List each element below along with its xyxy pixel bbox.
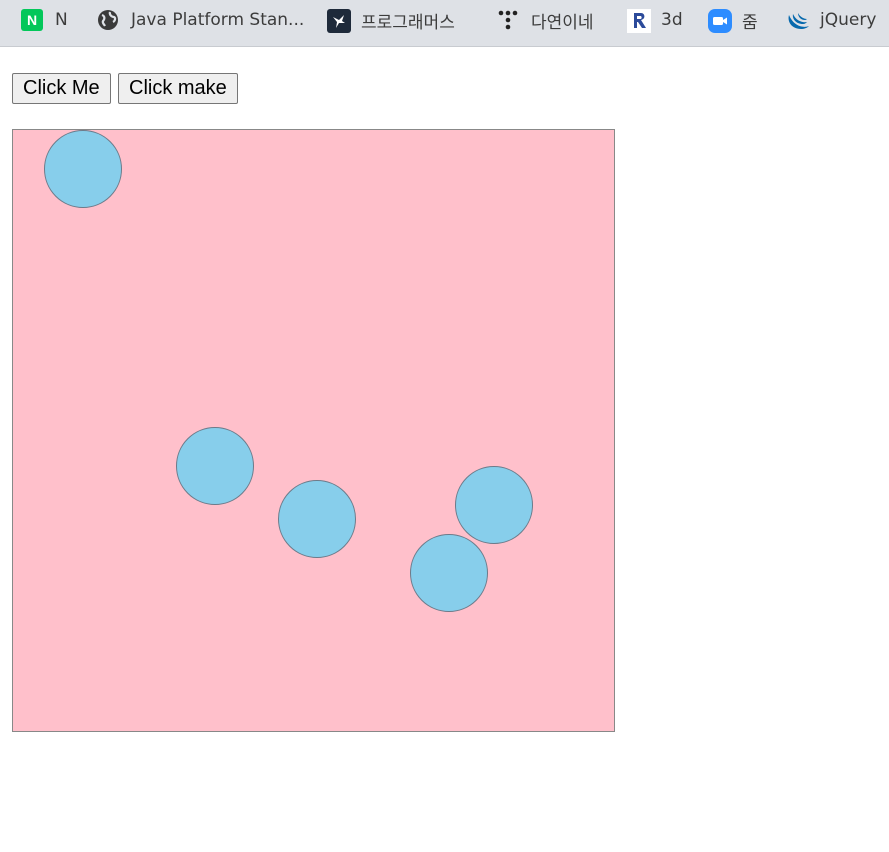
click-make-button[interactable]: Click make bbox=[118, 73, 238, 104]
zoom-icon bbox=[708, 9, 732, 33]
bookmark-label: 프로그래머스 bbox=[361, 12, 455, 33]
blue-circle[interactable] bbox=[455, 466, 533, 544]
pink-canvas[interactable] bbox=[12, 129, 615, 732]
repo-icon bbox=[627, 9, 651, 33]
bookmark-label: jQuery bbox=[820, 10, 877, 30]
blue-circle[interactable] bbox=[410, 534, 488, 612]
bookmark-label: 다연이네 bbox=[531, 12, 594, 33]
blue-circle[interactable] bbox=[44, 130, 122, 208]
programmers-icon bbox=[327, 9, 351, 33]
bookmarks-bar: N N Java Platform Stan... 프로그래머스 다연이네 3d… bbox=[0, 0, 889, 47]
globe-icon bbox=[97, 9, 119, 31]
blue-circle[interactable] bbox=[278, 480, 356, 558]
bookmark-label: 3d bbox=[661, 10, 683, 30]
blue-circle[interactable] bbox=[176, 427, 254, 505]
dots-icon bbox=[497, 9, 519, 31]
bookmark-programmers[interactable]: 프로그래머스 bbox=[327, 0, 455, 40]
bookmark-label: Java Platform Stan... bbox=[131, 10, 305, 30]
bookmark-zoom[interactable]: 줌 bbox=[708, 0, 758, 40]
naver-n-icon: N bbox=[21, 9, 43, 31]
bookmark-jquery[interactable]: jQuery bbox=[786, 0, 876, 40]
bookmark-label: N bbox=[55, 10, 68, 30]
bookmark-label: 줌 bbox=[742, 12, 758, 33]
click-me-button[interactable]: Click Me bbox=[12, 73, 111, 104]
bookmark-naver[interactable]: N N bbox=[21, 0, 68, 40]
bookmark-dayeonine[interactable]: 다연이네 bbox=[497, 0, 594, 40]
jquery-icon bbox=[786, 9, 809, 31]
bookmark-java-platform[interactable]: Java Platform Stan... bbox=[97, 0, 304, 40]
bookmark-3d[interactable]: 3d bbox=[627, 0, 683, 40]
